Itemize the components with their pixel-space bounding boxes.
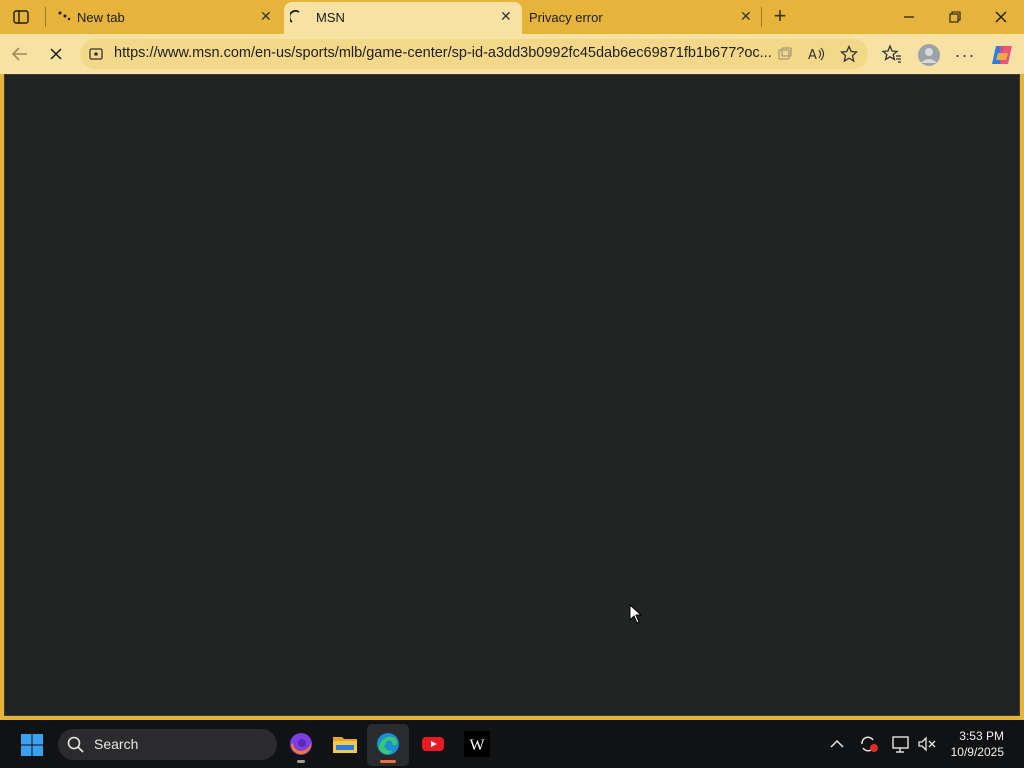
search-icon [67,736,84,758]
firefox-icon[interactable] [287,730,315,758]
tab-title: Privacy error [529,10,603,25]
close-tab-icon[interactable]: ✕ [740,8,752,25]
tab-msn[interactable]: MSN ✕ [284,2,522,34]
network-icon[interactable] [889,733,913,755]
tab-actions-icon[interactable] [8,4,34,30]
new-tab-plus-icon[interactable]: + [766,2,794,30]
clock-time: 3:53 PM [959,729,1004,743]
minimize-button[interactable] [886,0,932,34]
tab-privacy-error[interactable]: Privacy error ✕ [524,2,758,34]
loading-spinner-icon [288,10,304,27]
wikipedia-icon[interactable]: W [463,730,491,758]
mouse-cursor-icon [629,603,643,629]
svg-text:A: A [808,48,817,62]
app-available-icon[interactable] [774,44,796,64]
sync-status-icon[interactable] [857,733,881,755]
tab-title: New tab [77,10,125,25]
running-indicator [297,760,305,763]
page-content-area[interactable] [4,74,1020,716]
file-explorer-icon[interactable] [331,730,359,758]
restore-button[interactable] [932,0,978,34]
clock-date: 10/9/2025 [950,745,1004,759]
stop-loading-icon[interactable] [42,40,70,68]
tab-title: MSN [316,10,345,25]
close-tab-icon[interactable]: ✕ [260,8,272,25]
svg-text:W: W [469,737,485,754]
favorites-icon[interactable] [880,42,904,66]
profile-avatar-icon[interactable] [916,42,942,68]
favorite-star-icon[interactable] [838,43,860,65]
search-label: Search [94,736,139,752]
tab-new-tab[interactable]: New tab ✕ [50,2,282,34]
volume-muted-icon[interactable] [915,733,939,755]
copilot-icon[interactable] [988,41,1016,69]
taskbar-search-box[interactable] [58,729,277,760]
url-text[interactable]: https://www.msn.com/en-us/sports/mlb/gam… [114,45,772,61]
read-aloud-icon[interactable]: A [806,44,828,64]
youtube-icon[interactable] [419,730,447,758]
close-tab-icon[interactable]: ✕ [500,8,512,25]
settings-more-icon[interactable]: ··· [952,42,978,68]
show-hidden-icons-chevron-icon[interactable] [826,734,848,754]
close-window-button[interactable] [978,0,1024,34]
tab-separator [45,7,46,27]
active-indicator [380,760,396,763]
tab-separator [761,7,762,27]
windows-start-icon[interactable] [18,731,46,759]
system-clock[interactable]: 3:53 PM 10/9/2025 [951,728,1004,760]
back-arrow-icon[interactable] [6,40,34,68]
loading-icon [57,10,71,27]
edge-browser-icon[interactable] [374,730,402,758]
site-info-lock-icon[interactable] [86,44,106,64]
